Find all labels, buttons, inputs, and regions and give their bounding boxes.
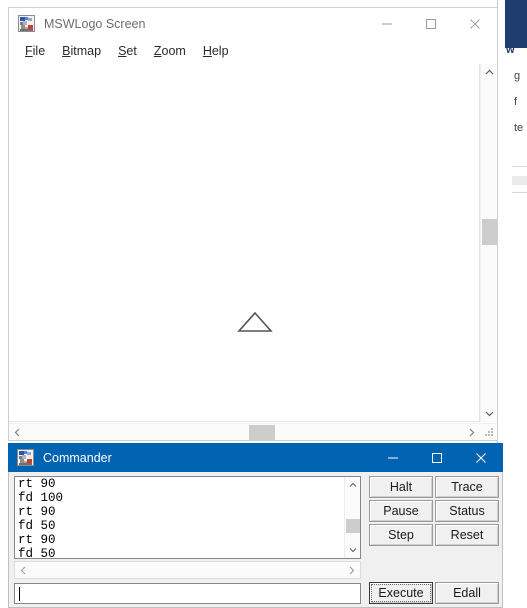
background-window-body: g f te bbox=[505, 56, 527, 448]
command-history-text: rt 90 fd 100 rt 90 fd 50 rt 90 fd 50 bbox=[18, 477, 64, 559]
canvas-vertical-scrollbar[interactable] bbox=[480, 64, 497, 422]
command-history-horizontal-scrollbar[interactable] bbox=[14, 561, 361, 579]
turtle-graphics-canvas[interactable] bbox=[9, 64, 480, 422]
background-text-line-2: f bbox=[514, 96, 518, 108]
reset-button[interactable]: Reset bbox=[435, 524, 499, 546]
background-text-line-3: te bbox=[514, 122, 524, 134]
command-history-scroll-thumb[interactable] bbox=[346, 519, 360, 533]
turtle-triangle bbox=[237, 311, 273, 332]
menu-rest-file: ile bbox=[32, 44, 46, 58]
menu-item-zoom[interactable]: Zoom bbox=[146, 42, 195, 60]
background-window[interactable]: w g f te bbox=[497, 0, 527, 448]
commander-app-icon bbox=[17, 449, 34, 466]
commander-close-icon[interactable] bbox=[459, 443, 503, 472]
mswlogo-screen-window[interactable]: MSWLogo Screen File Bitmap Set Zoom Help bbox=[8, 7, 498, 441]
background-window-tab-label: w bbox=[506, 44, 515, 56]
pause-button[interactable]: Pause bbox=[369, 500, 433, 522]
background-text-line-1: g bbox=[514, 70, 521, 82]
history-scroll-up-icon[interactable] bbox=[345, 477, 360, 493]
canvas-vertical-scroll-thumb[interactable] bbox=[482, 219, 497, 245]
halt-button[interactable]: Halt bbox=[369, 476, 433, 498]
command-history-pane[interactable]: rt 90 fd 100 rt 90 fd 50 rt 90 fd 50 bbox=[14, 476, 361, 559]
menu-rest-bitmap: itmap bbox=[70, 44, 102, 58]
trace-button[interactable]: Trace bbox=[435, 476, 499, 498]
commander-window[interactable]: Commander rt 90 fd 100 rt 90 fd 50 rt 90… bbox=[8, 443, 503, 608]
close-icon[interactable] bbox=[453, 8, 497, 39]
scroll-right-icon[interactable] bbox=[463, 424, 480, 440]
menu-item-set[interactable]: Set bbox=[110, 42, 146, 60]
minimize-icon[interactable] bbox=[365, 8, 409, 39]
canvas-horizontal-scrollbar[interactable] bbox=[9, 423, 497, 440]
commander-titlebar[interactable]: Commander bbox=[8, 443, 503, 472]
app-root: w g f te MSWLogo Screen File Bitmap Set … bbox=[0, 0, 527, 608]
background-window-titlebar bbox=[505, 0, 527, 48]
commander-button-grid: Halt Trace Pause Status Step Reset bbox=[369, 476, 499, 546]
scroll-up-icon[interactable] bbox=[481, 64, 497, 81]
commander-title-label: Commander bbox=[43, 450, 112, 465]
menu-accel-zoom: Z bbox=[153, 44, 162, 58]
command-input-field[interactable] bbox=[14, 583, 361, 604]
background-divider-2 bbox=[512, 192, 527, 193]
mswlogo-titlebar[interactable]: MSWLogo Screen bbox=[9, 8, 497, 39]
mswlogo-menubar[interactable]: File Bitmap Set Zoom Help bbox=[9, 39, 497, 63]
menu-item-help[interactable]: Help bbox=[195, 42, 238, 60]
text-caret bbox=[19, 587, 20, 601]
history-scroll-right-icon[interactable] bbox=[343, 562, 360, 578]
commander-bottom-buttons: Execute Edall bbox=[369, 582, 503, 604]
menu-rest-zoom: oom bbox=[161, 44, 186, 58]
history-scroll-left-icon[interactable] bbox=[15, 562, 32, 578]
menu-rest-set: et bbox=[126, 44, 137, 58]
background-divider bbox=[512, 166, 527, 167]
mswlogo-title-label: MSWLogo Screen bbox=[44, 16, 146, 31]
menu-accel-file: F bbox=[25, 44, 33, 58]
mswlogo-canvas-area bbox=[9, 64, 497, 440]
mswlogo-app-icon bbox=[18, 15, 35, 32]
history-scroll-down-icon[interactable] bbox=[345, 542, 360, 558]
menu-accel-help: H bbox=[202, 44, 212, 58]
edall-button[interactable]: Edall bbox=[435, 582, 499, 604]
step-button[interactable]: Step bbox=[369, 524, 433, 546]
mswlogo-window-controls bbox=[365, 8, 497, 39]
canvas-horizontal-scroll-thumb[interactable] bbox=[249, 425, 275, 440]
scroll-down-icon[interactable] bbox=[481, 405, 497, 422]
commander-body: rt 90 fd 100 rt 90 fd 50 rt 90 fd 50 Hal… bbox=[8, 472, 503, 608]
commander-maximize-icon[interactable] bbox=[415, 443, 459, 472]
commander-minimize-icon[interactable] bbox=[371, 443, 415, 472]
menu-item-file[interactable]: File bbox=[17, 42, 54, 60]
maximize-icon[interactable] bbox=[409, 8, 453, 39]
status-button[interactable]: Status bbox=[435, 500, 499, 522]
resize-grip-icon[interactable] bbox=[481, 424, 496, 439]
background-band bbox=[512, 176, 527, 185]
commander-window-controls bbox=[371, 443, 503, 472]
menu-rest-help: elp bbox=[211, 44, 229, 58]
command-history-vertical-scrollbar[interactable] bbox=[344, 477, 360, 558]
execute-button[interactable]: Execute bbox=[369, 582, 433, 604]
menu-item-bitmap[interactable]: Bitmap bbox=[54, 42, 110, 60]
menu-accel-bitmap: B bbox=[62, 44, 71, 58]
scroll-left-icon[interactable] bbox=[9, 424, 26, 440]
